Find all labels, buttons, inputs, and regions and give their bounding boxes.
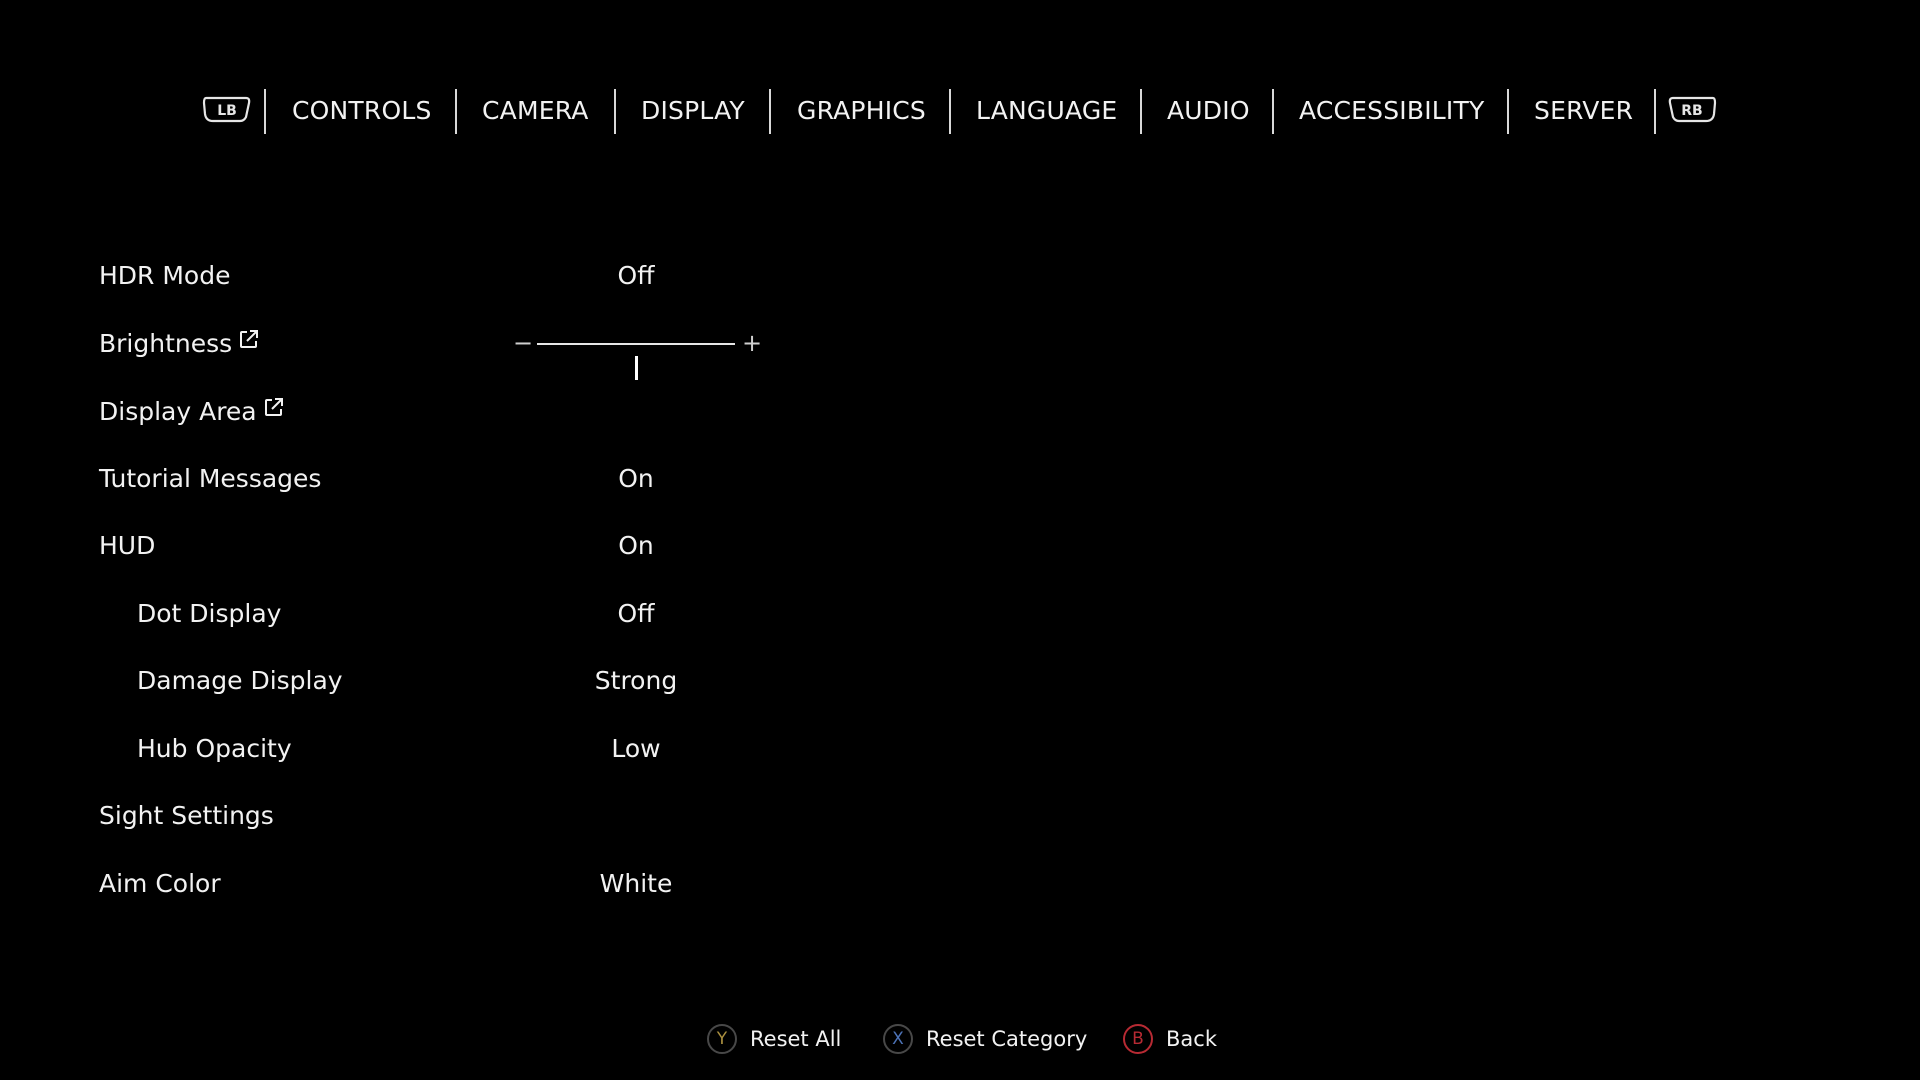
tab-label: CAMERA bbox=[482, 96, 589, 125]
hint-label: Reset All bbox=[750, 1027, 842, 1051]
tab-divider bbox=[614, 89, 616, 134]
setting-row-tutorial-messages[interactable]: Tutorial Messages On bbox=[0, 454, 800, 504]
tab-language[interactable]: LANGUAGE bbox=[976, 87, 1117, 135]
tab-controls[interactable]: CONTROLS bbox=[292, 87, 432, 135]
setting-label: Damage Display bbox=[137, 666, 343, 695]
rb-bumper-icon[interactable]: RB bbox=[1667, 93, 1717, 125]
external-link-icon bbox=[263, 385, 285, 435]
tab-camera[interactable]: CAMERA bbox=[482, 87, 589, 135]
setting-label: Hub Opacity bbox=[137, 734, 292, 763]
tab-accessibility[interactable]: ACCESSIBILITY bbox=[1299, 87, 1484, 135]
setting-row-hud[interactable]: HUD On bbox=[0, 521, 800, 571]
lb-bumper-icon[interactable]: LB bbox=[202, 93, 252, 125]
tab-label: ACCESSIBILITY bbox=[1299, 96, 1485, 125]
tab-label: SERVER bbox=[1534, 96, 1634, 125]
svg-text:RB: RB bbox=[1681, 103, 1702, 119]
tab-divider bbox=[769, 89, 771, 134]
setting-value[interactable]: Strong bbox=[536, 656, 736, 706]
tab-divider bbox=[455, 89, 457, 134]
svg-text:LB: LB bbox=[217, 103, 237, 119]
setting-row-brightness[interactable]: Brightness − + bbox=[0, 319, 800, 380]
setting-row-display-area[interactable]: Display Area bbox=[0, 387, 800, 437]
external-link-icon bbox=[238, 317, 260, 367]
setting-label: Brightness bbox=[99, 329, 233, 358]
tab-divider bbox=[1654, 89, 1656, 134]
tab-divider bbox=[264, 89, 266, 134]
x-button-icon: X bbox=[883, 1024, 913, 1054]
setting-label: Sight Settings bbox=[99, 801, 274, 830]
tab-label: GRAPHICS bbox=[797, 96, 927, 125]
hint-label: Reset Category bbox=[926, 1027, 1088, 1051]
tab-divider bbox=[1140, 89, 1142, 134]
setting-value[interactable]: On bbox=[536, 454, 736, 504]
slider-increase[interactable]: + bbox=[742, 319, 762, 369]
tab-divider bbox=[1272, 89, 1274, 134]
setting-label: Aim Color bbox=[99, 869, 221, 898]
setting-label-brightness: Brightness bbox=[99, 319, 260, 369]
brightness-slider[interactable]: − + bbox=[510, 319, 762, 380]
setting-label: Display Area bbox=[99, 397, 257, 426]
tab-audio[interactable]: AUDIO bbox=[1167, 87, 1250, 135]
setting-row-dot-display[interactable]: Dot Display Off bbox=[0, 589, 800, 639]
tab-label: LANGUAGE bbox=[976, 96, 1118, 125]
setting-row-hub-opacity[interactable]: Hub Opacity Low bbox=[0, 724, 800, 774]
tab-label: CONTROLS bbox=[292, 96, 432, 125]
tab-divider bbox=[949, 89, 951, 134]
tab-display[interactable]: DISPLAY bbox=[641, 87, 745, 135]
setting-value[interactable]: Low bbox=[536, 724, 736, 774]
setting-value[interactable]: On bbox=[536, 521, 736, 571]
setting-row-damage-display[interactable]: Damage Display Strong bbox=[0, 656, 800, 706]
slider-thumb[interactable] bbox=[635, 356, 638, 380]
setting-row-sight-settings[interactable]: Sight Settings bbox=[0, 791, 800, 841]
tab-divider bbox=[1507, 89, 1509, 134]
tab-server[interactable]: SERVER bbox=[1534, 87, 1633, 135]
y-button-icon: Y bbox=[707, 1024, 737, 1054]
b-button-icon: B bbox=[1123, 1024, 1153, 1054]
setting-value[interactable]: Off bbox=[536, 251, 736, 301]
slider-track[interactable] bbox=[537, 343, 735, 380]
setting-label: Tutorial Messages bbox=[99, 464, 322, 493]
setting-value[interactable]: Off bbox=[536, 589, 736, 639]
setting-row-aim-color[interactable]: Aim Color White bbox=[0, 859, 800, 909]
setting-value[interactable]: White bbox=[536, 859, 736, 909]
setting-label: Dot Display bbox=[137, 599, 282, 628]
setting-row-hdr-mode[interactable]: HDR Mode Off bbox=[0, 251, 800, 301]
tab-label: DISPLAY bbox=[641, 96, 745, 125]
hint-label: Back bbox=[1166, 1027, 1217, 1051]
tab-label: AUDIO bbox=[1167, 96, 1250, 125]
setting-label-display-area: Display Area bbox=[99, 387, 285, 437]
setting-label: HUD bbox=[99, 531, 156, 560]
slider-decrease[interactable]: − bbox=[513, 319, 533, 369]
setting-label: HDR Mode bbox=[99, 261, 231, 290]
settings-screen: LB CONTROLS CAMERA DISPLAY GRAPHICS LANG… bbox=[0, 0, 1920, 1080]
tab-graphics[interactable]: GRAPHICS bbox=[797, 87, 926, 135]
category-tab-bar: LB CONTROLS CAMERA DISPLAY GRAPHICS LANG… bbox=[0, 87, 1920, 135]
